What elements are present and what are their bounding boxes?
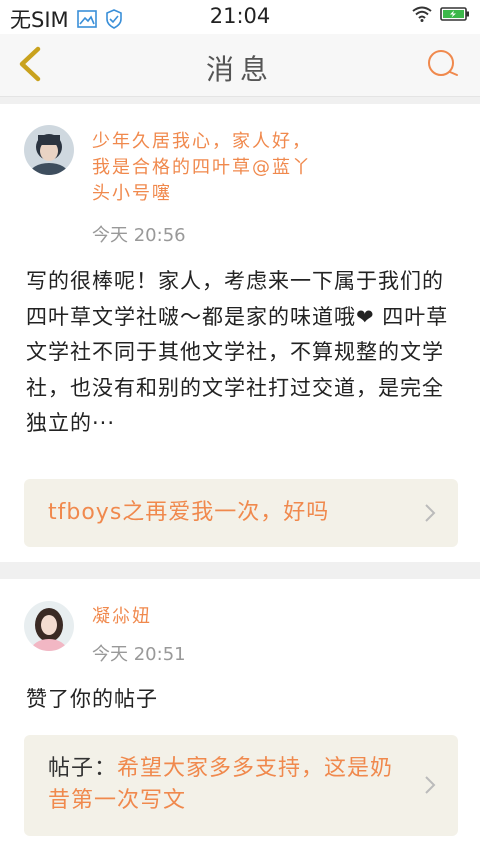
quoted-post[interactable]: tfboys之再爱我一次，好吗 [24,479,458,547]
message-author[interactable]: 少年久居我心，家人好，我是合格的四叶草@蓝丫头小号噻 [92,129,312,207]
message-card: 少年久居我心，家人好，我是合格的四叶草@蓝丫头小号噻 今天 20:56 写的很棒… [0,104,480,562]
chevron-right-icon [425,776,436,794]
message-body: 写的很棒呢！家人，考虑来一下属于我们的四叶草文学社啵～都是家的味道哦❤ 四叶草文… [26,269,449,435]
message-body: 赞了你的帖子 [26,687,158,711]
search-icon[interactable] [426,48,460,82]
message-author[interactable]: 凝尛妞 [92,604,152,630]
battery-charging-icon [440,7,469,21]
quoted-post-title: tfboys之再爱我一次，好吗 [48,500,330,525]
status-bar: 无SIM 21:04 [0,0,480,34]
message-card: 凝尛妞 今天 20:51 赞了你的帖子 帖子：希望大家多多支持，这是奶昔第一次写… [0,579,480,854]
quoted-post[interactable]: 帖子：希望大家多多支持，这是奶昔第一次写文 [24,735,458,836]
wifi-icon [412,6,432,22]
avatar[interactable] [24,601,74,651]
page-title: 消息 [205,53,274,86]
quoted-post-title: 帖子：希望大家多多支持，这是奶昔第一次写文 [48,753,408,817]
chevron-right-icon [425,504,436,522]
avatar[interactable] [24,125,74,175]
message-time: 今天 20:51 [92,644,186,665]
message-time: 今天 20:56 [92,225,186,246]
clock: 21:04 [209,4,271,28]
nav-bar: 消息 [0,34,480,97]
quoted-post-prefix: 帖子： [48,756,118,781]
